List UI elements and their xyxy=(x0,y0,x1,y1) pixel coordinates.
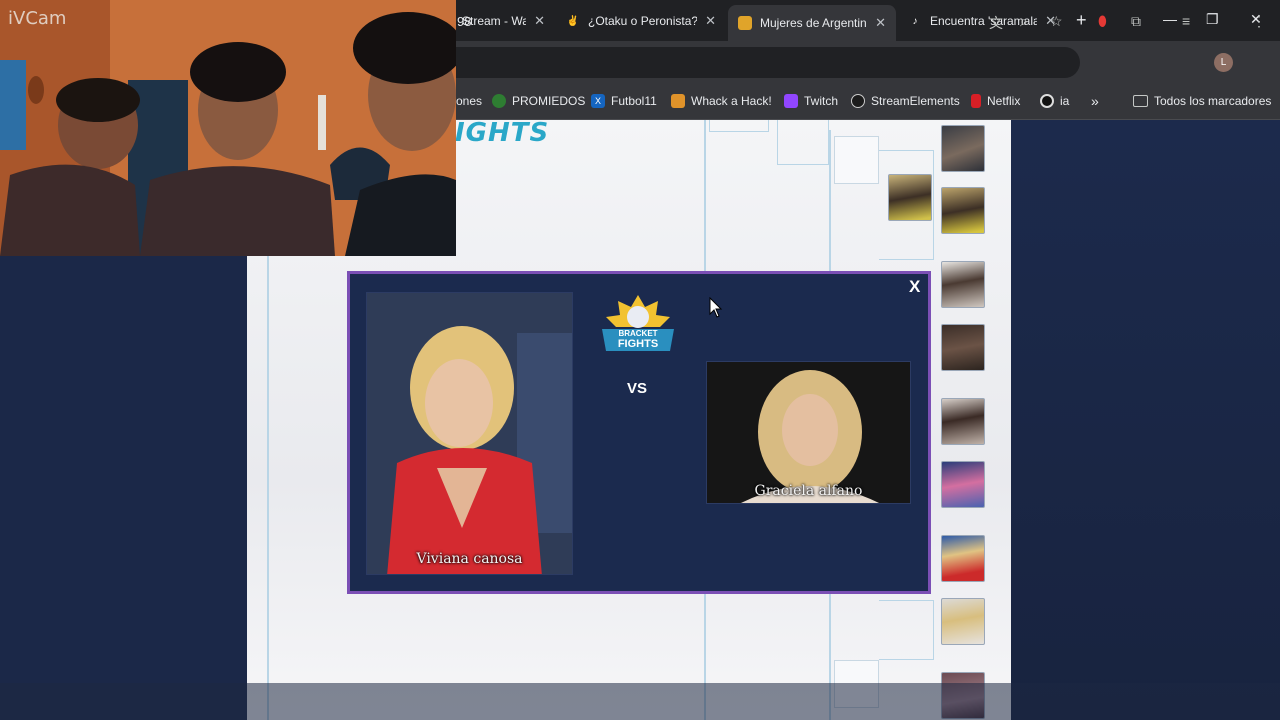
address-bar[interactable] xyxy=(440,47,1080,78)
close-icon[interactable]: ✕ xyxy=(875,15,886,31)
logo-text: IGHTS xyxy=(455,118,550,148)
twitch-icon xyxy=(784,94,798,108)
bracket-slot-empty[interactable] xyxy=(834,136,879,184)
ia-icon xyxy=(1040,94,1054,108)
opera-extension-icon[interactable]: ⬮ xyxy=(1098,13,1107,30)
bookmark-streamelements[interactable]: StreamElements xyxy=(851,92,960,110)
translate-icon[interactable]: 文 xyxy=(989,13,1003,33)
bracket-line xyxy=(709,120,769,132)
restore-icon[interactable]: ❐ xyxy=(1206,11,1219,28)
vs-label: VS xyxy=(627,380,648,397)
contender-thumbnail[interactable] xyxy=(941,187,985,234)
contender-thumbnail[interactable] xyxy=(941,125,985,172)
contender-thumbnail[interactable] xyxy=(941,324,985,371)
logo-bottom-text: FIGHTS xyxy=(617,338,659,350)
bracket-line xyxy=(879,600,934,660)
menu-icon[interactable]: ⋮ xyxy=(1252,13,1266,30)
bracket-line xyxy=(267,240,269,720)
bookmark-twitch[interactable]: Twitch xyxy=(784,92,838,110)
zoom-icon[interactable]: ⌕ xyxy=(1020,13,1028,30)
extensions-icon[interactable]: ⧉ xyxy=(1131,13,1141,30)
bracket-line xyxy=(777,120,829,165)
bookmark-label: PROMIEDOS xyxy=(512,94,586,108)
webcam-feed xyxy=(0,0,456,256)
right-contender-name: Graciela alfano xyxy=(754,483,863,499)
all-bookmarks-label: Todos los marcadores xyxy=(1154,94,1272,108)
tab-title: ¿Otaku o Peronista? xyxy=(588,14,698,28)
bracket-fights-modal-logo: BRACKET FIGHTS xyxy=(598,293,678,359)
contender-thumbnail[interactable] xyxy=(941,461,985,508)
netflix-icon xyxy=(971,94,981,108)
bookmark-promiedos[interactable]: PROMIEDOS xyxy=(492,92,585,110)
contender-thumbnail[interactable] xyxy=(941,598,985,645)
bracket-fights-icon xyxy=(738,16,752,30)
peace-hand-icon: ✌ xyxy=(566,15,580,27)
address-bar-text: 98 xyxy=(457,14,472,29)
bookmark-label: ones xyxy=(456,94,483,108)
minimize-icon[interactable]: — xyxy=(1163,11,1177,27)
webcam-overlay: iVCam xyxy=(0,0,456,256)
tab-otaku[interactable]: ✌ ¿Otaku o Peronista? ✕ xyxy=(556,6,726,36)
bracket-fights-logo: IGHTS xyxy=(455,118,549,148)
left-contender-card[interactable]: Viviana canosa xyxy=(366,292,573,575)
left-contender-name: Viviana canosa xyxy=(416,551,523,567)
bookmark-item[interactable]: ones xyxy=(456,92,482,110)
media-control-icon[interactable]: ≡ xyxy=(1182,13,1190,29)
whack-icon xyxy=(671,94,685,108)
tab-mujeres-argentina[interactable]: Mujeres de Argentina ✕ xyxy=(728,5,896,41)
tab-title: Stream - Wa xyxy=(462,14,527,28)
mouse-cursor-icon xyxy=(709,297,723,318)
bottom-overlay-bar xyxy=(0,683,1280,720)
tab-tiktok[interactable]: ♪ Encuentra 'saramala ✕ xyxy=(898,6,1066,36)
new-tab-button[interactable]: + xyxy=(1076,10,1087,31)
left-contender-photo xyxy=(367,293,572,574)
webcam-label: iVCam xyxy=(8,8,67,29)
bookmark-label: Twitch xyxy=(804,94,839,108)
futbol11-icon: X xyxy=(591,94,605,108)
bookmark-ia[interactable]: ia xyxy=(1040,92,1069,110)
bookmark-whack-a-hack[interactable]: Whack a Hack! xyxy=(671,92,772,110)
contender-thumbnail[interactable] xyxy=(941,535,985,582)
bookmark-label: ia xyxy=(1060,94,1070,108)
contender-thumbnail[interactable] xyxy=(941,261,985,308)
bookmark-futbol11[interactable]: X Futbol11 xyxy=(591,92,657,110)
profile-avatar[interactable]: L xyxy=(1214,53,1233,72)
streamelements-icon xyxy=(851,94,865,108)
page-side-panel-left xyxy=(0,256,247,720)
bookmark-label: Whack a Hack! xyxy=(691,94,772,108)
folder-icon xyxy=(1133,95,1148,107)
modal-close-button[interactable]: X xyxy=(909,277,920,297)
contender-thumbnail[interactable] xyxy=(888,174,932,221)
bookmark-label: Netflix xyxy=(987,94,1021,108)
bookmark-netflix[interactable]: Netflix xyxy=(971,92,1020,110)
logo-top-text: BRACKET xyxy=(618,329,658,338)
all-bookmarks-folder[interactable]: Todos los marcadores xyxy=(1133,92,1271,110)
bookmark-label: StreamElements xyxy=(871,94,960,108)
tiktok-icon: ♪ xyxy=(912,15,918,27)
tab-title: Mujeres de Argentina xyxy=(760,16,868,30)
close-icon[interactable]: ✕ xyxy=(534,13,545,29)
close-icon[interactable]: ✕ xyxy=(705,13,716,29)
right-contender-card[interactable]: Graciela alfano xyxy=(706,361,911,504)
bookmark-label: Futbol11 xyxy=(611,94,657,108)
contender-thumbnail[interactable] xyxy=(941,398,985,445)
page-side-panel-right xyxy=(1011,120,1280,720)
bookmarks-overflow-button[interactable]: » xyxy=(1091,92,1099,110)
promiedos-icon xyxy=(492,94,506,108)
bookmark-star-icon[interactable]: ☆ xyxy=(1050,13,1063,30)
